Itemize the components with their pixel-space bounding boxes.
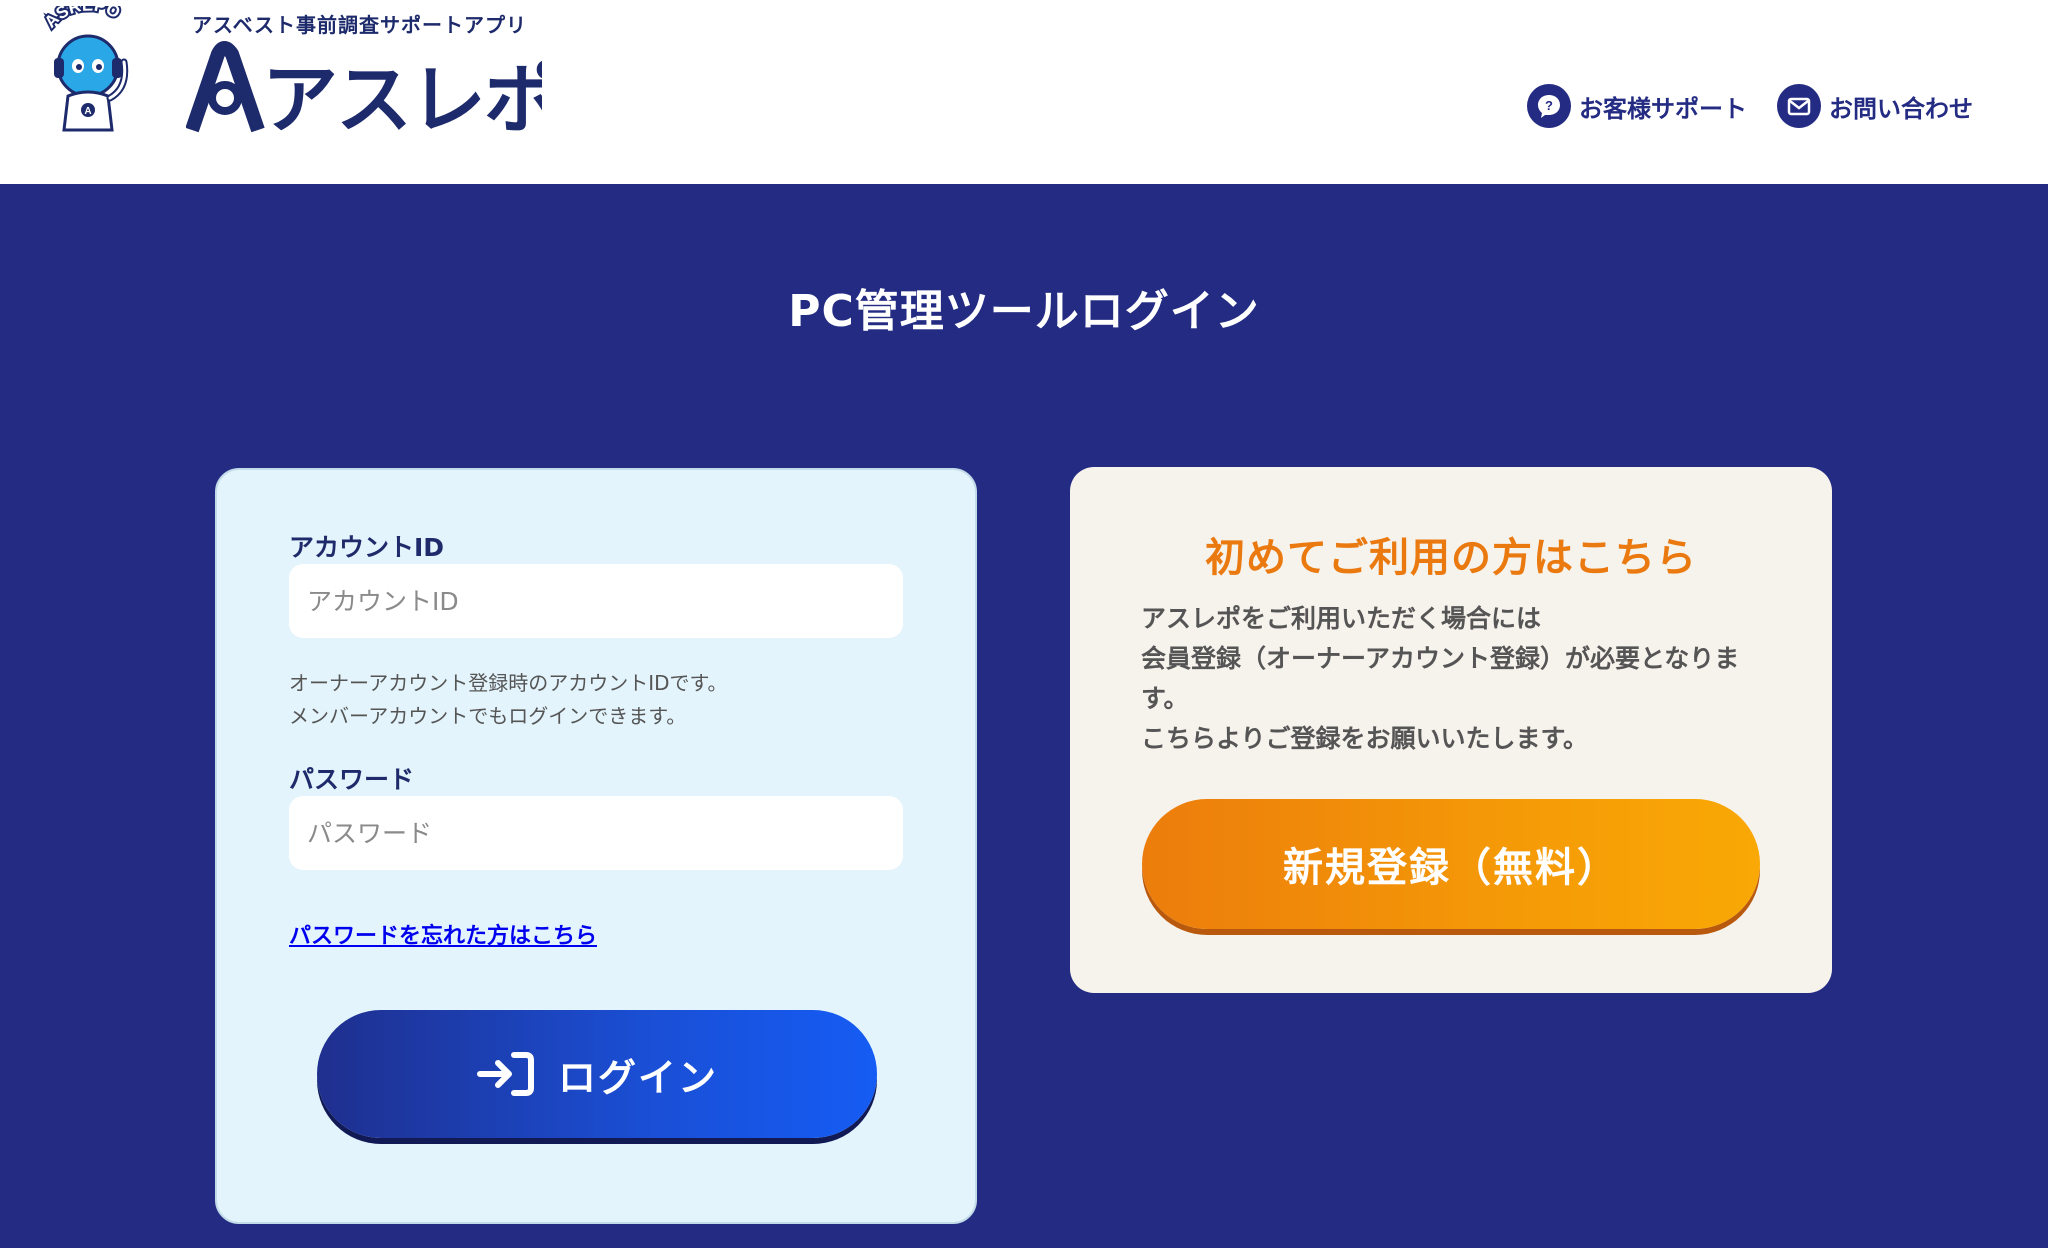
register-description-line1: アスレポをご利用いただく場合には	[1141, 604, 1542, 633]
customer-support-label: お客様サポート	[1579, 94, 1747, 123]
site-header: ASREPO A アスベスト事前調査サポートアプリ アスレポ ? お客様サポート	[0, 0, 2048, 184]
page-title: PC管理ツールログイン	[788, 286, 1260, 337]
register-panel: 初めてご利用の方はこちら アスレポをご利用いただく場合には 会員登録（オーナーア…	[1070, 467, 1832, 993]
password-input[interactable]	[289, 796, 903, 870]
forgot-password-link[interactable]: パスワードを忘れた方はこちら	[289, 918, 597, 950]
login-arrow-icon	[476, 1052, 534, 1096]
app-tagline: アスベスト事前調査サポートアプリ	[192, 13, 527, 37]
account-id-hint: オーナーアカウント登録時のアカウントIDです。 メンバーアカウントでもログインで…	[289, 667, 728, 733]
account-id-label: アカウントID	[289, 533, 445, 562]
envelope-icon	[1777, 84, 1821, 128]
contact-link[interactable]: お問い合わせ	[1777, 83, 1973, 129]
login-panel: アカウントID オーナーアカウント登録時のアカウントIDです。 メンバーアカウン…	[215, 468, 977, 1224]
login-button[interactable]: ログイン	[317, 1010, 877, 1138]
password-label: パスワード	[289, 765, 415, 794]
account-id-hint-line1: オーナーアカウント登録時のアカウントIDです。	[289, 671, 728, 695]
question-bubble-icon: ?	[1527, 84, 1571, 128]
svg-text:アスレポ: アスレポ	[262, 58, 542, 134]
account-id-input[interactable]	[289, 564, 903, 638]
svg-text:A: A	[84, 106, 91, 117]
account-id-hint-line2: メンバーアカウントでもログインできます。	[289, 704, 687, 728]
login-button-label: ログイン	[557, 1055, 718, 1100]
svg-text:ASREPO: ASREPO	[41, 6, 124, 31]
asrepo-wordmark-logo: アスレポ	[186, 41, 542, 134]
register-description-line2: 会員登録（オーナーアカウント登録）が必要となりま	[1141, 644, 1740, 673]
register-description-line4: こちらよりご登録をお願いいたします。	[1141, 724, 1589, 753]
svg-text:?: ?	[1545, 98, 1553, 113]
asrepo-mascot-logo: ASREPO A	[39, 6, 129, 132]
contact-label: お問い合わせ	[1829, 94, 1973, 123]
customer-support-link[interactable]: ? お客様サポート	[1527, 83, 1747, 129]
register-title: 初めてご利用の方はこちら	[1205, 535, 1697, 581]
register-description-line3: す。	[1141, 684, 1189, 713]
register-description: アスレポをご利用いただく場合には 会員登録（オーナーアカウント登録）が必要となり…	[1141, 599, 1781, 759]
register-free-button[interactable]: 新規登録（無料）	[1142, 799, 1760, 929]
